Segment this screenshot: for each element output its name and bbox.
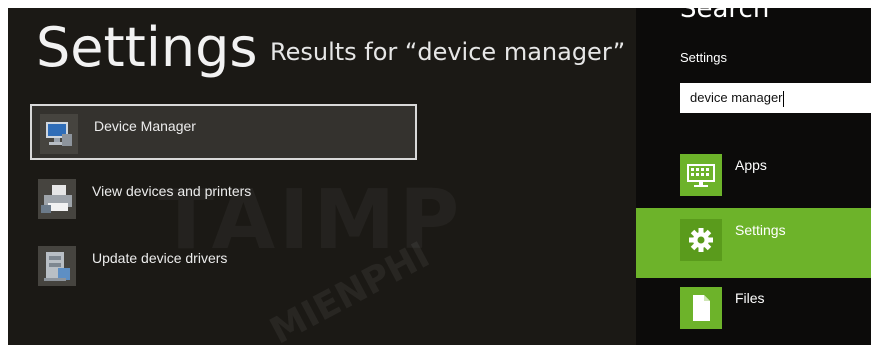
category-label: Files — [735, 290, 765, 306]
settings-search-screen: TAIMP MIENPHI Settings Results for “devi… — [8, 8, 871, 345]
device-manager-icon — [40, 114, 78, 154]
result-label: Update device drivers — [92, 250, 228, 266]
update-drivers-icon — [38, 246, 76, 286]
results-heading: Results for “device manager” — [270, 38, 626, 66]
result-label: Device Manager — [94, 118, 196, 134]
page-title: Settings — [36, 16, 258, 79]
text-caret — [782, 90, 784, 107]
search-category-files[interactable]: Files — [636, 276, 871, 345]
category-label: Settings — [735, 222, 786, 238]
category-label: Apps — [735, 157, 767, 173]
search-category-settings[interactable]: Settings — [636, 208, 871, 278]
keyboard-icon — [680, 154, 722, 196]
document-icon — [680, 287, 722, 329]
search-pane: Search Settings device manager Apps Sett… — [636, 8, 871, 345]
gear-icon — [680, 219, 722, 261]
search-scope-label: Settings — [680, 50, 727, 65]
result-update-device-drivers[interactable]: Update device drivers — [30, 238, 417, 294]
search-pane-heading: Search — [680, 8, 770, 24]
search-query: device manager — [690, 90, 783, 105]
devices-printers-icon — [38, 179, 76, 219]
result-label: View devices and printers — [92, 183, 252, 199]
result-device-manager[interactable]: Device Manager — [30, 104, 417, 160]
result-view-devices-and-printers[interactable]: View devices and printers — [30, 171, 417, 227]
search-input[interactable]: device manager — [680, 83, 871, 113]
search-category-apps[interactable]: Apps — [636, 143, 871, 213]
